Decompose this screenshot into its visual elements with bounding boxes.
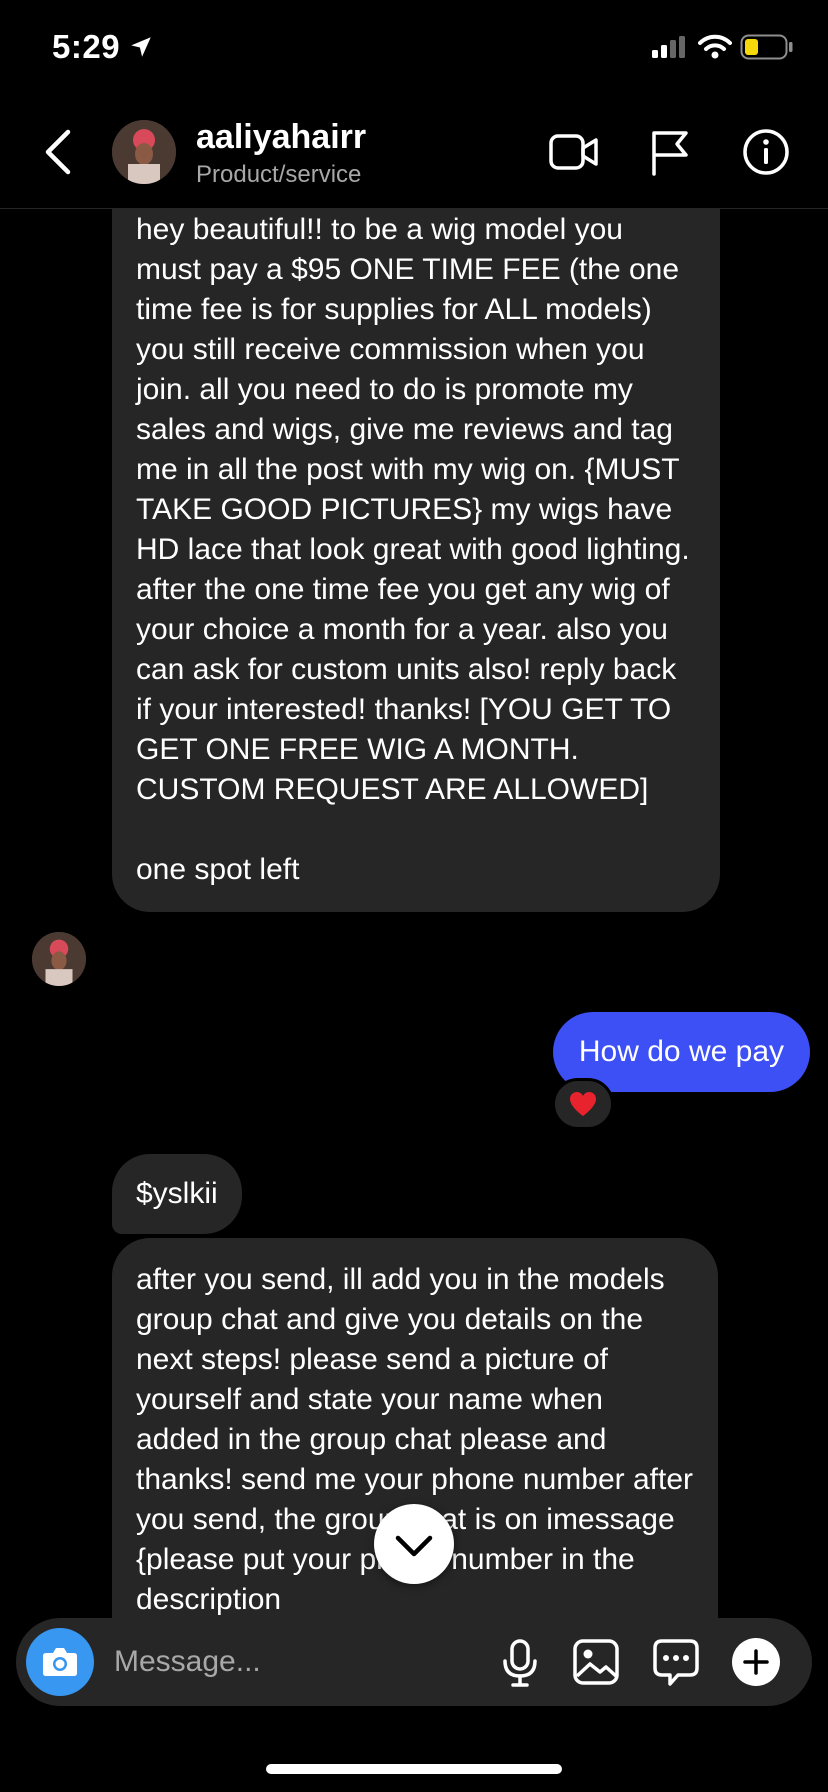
chevron-down-icon (395, 1535, 433, 1557)
sticker-icon[interactable] (652, 1638, 700, 1688)
contact-username[interactable]: aaliyahairr (196, 118, 366, 157)
message-composer (16, 1618, 812, 1706)
camera-icon (43, 1648, 77, 1676)
cellular-signal-icon (652, 36, 685, 58)
message-text: $yslkii (136, 1177, 218, 1210)
wifi-icon (698, 34, 732, 59)
message-text: one spot left (136, 853, 300, 886)
incoming-message[interactable]: $yslkii (112, 1154, 242, 1234)
contact-category: Product/service (196, 161, 362, 188)
message-thread[interactable]: hey beautiful!! to be a wig model you mu… (0, 208, 828, 1618)
incoming-message[interactable]: hey beautiful!! to be a wig model you mu… (112, 208, 720, 912)
profile-avatar[interactable] (112, 120, 176, 184)
heart-reaction[interactable] (552, 1078, 614, 1130)
status-time: 5:29 (52, 28, 121, 65)
chat-header: aaliyahairr Product/service (0, 100, 828, 209)
gallery-icon[interactable] (572, 1638, 620, 1686)
location-arrow-icon (131, 37, 151, 57)
more-options-button[interactable] (732, 1638, 780, 1686)
heart-icon (570, 1092, 596, 1116)
back-icon[interactable] (38, 126, 78, 178)
sender-avatar[interactable] (32, 932, 86, 986)
info-icon[interactable] (742, 128, 790, 176)
message-input[interactable] (112, 1636, 416, 1688)
scroll-to-bottom-button[interactable] (374, 1504, 454, 1584)
status-bar: 5:29 (0, 0, 828, 100)
message-text: hey beautiful!! to be a wig model you mu… (136, 213, 690, 806)
plus-icon (743, 1649, 769, 1675)
message-text: How do we pay (578, 1035, 784, 1068)
battery-icon (740, 34, 793, 60)
home-indicator[interactable] (266, 1764, 562, 1774)
camera-button[interactable] (26, 1628, 94, 1696)
microphone-icon[interactable] (500, 1638, 540, 1688)
flag-icon[interactable] (648, 128, 692, 178)
video-call-icon[interactable] (548, 128, 600, 176)
